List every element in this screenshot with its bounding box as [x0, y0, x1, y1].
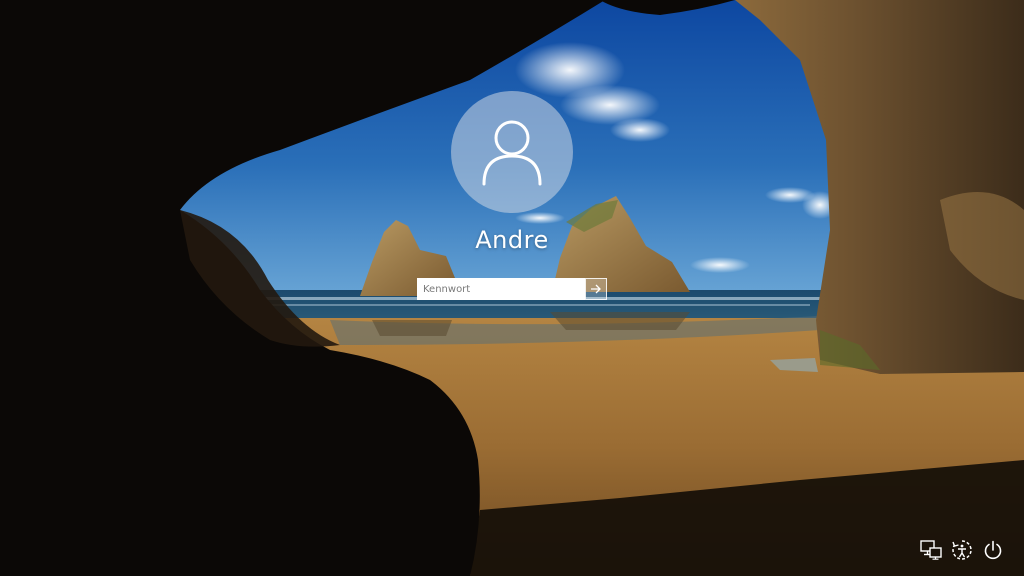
username-label: Andre [475, 226, 549, 254]
ease-of-access-icon [951, 539, 973, 565]
network-icon [920, 540, 942, 564]
password-row [417, 278, 607, 300]
lock-screen: Andre [0, 0, 1024, 576]
user-silhouette-icon [481, 118, 543, 186]
user-avatar [451, 91, 573, 213]
password-input[interactable] [417, 278, 585, 300]
network-button[interactable] [919, 540, 943, 564]
ease-of-access-button[interactable] [950, 540, 974, 564]
power-button[interactable] [981, 540, 1005, 564]
power-icon [983, 540, 1003, 564]
arrow-right-icon [590, 282, 602, 297]
submit-button[interactable] [585, 278, 607, 300]
